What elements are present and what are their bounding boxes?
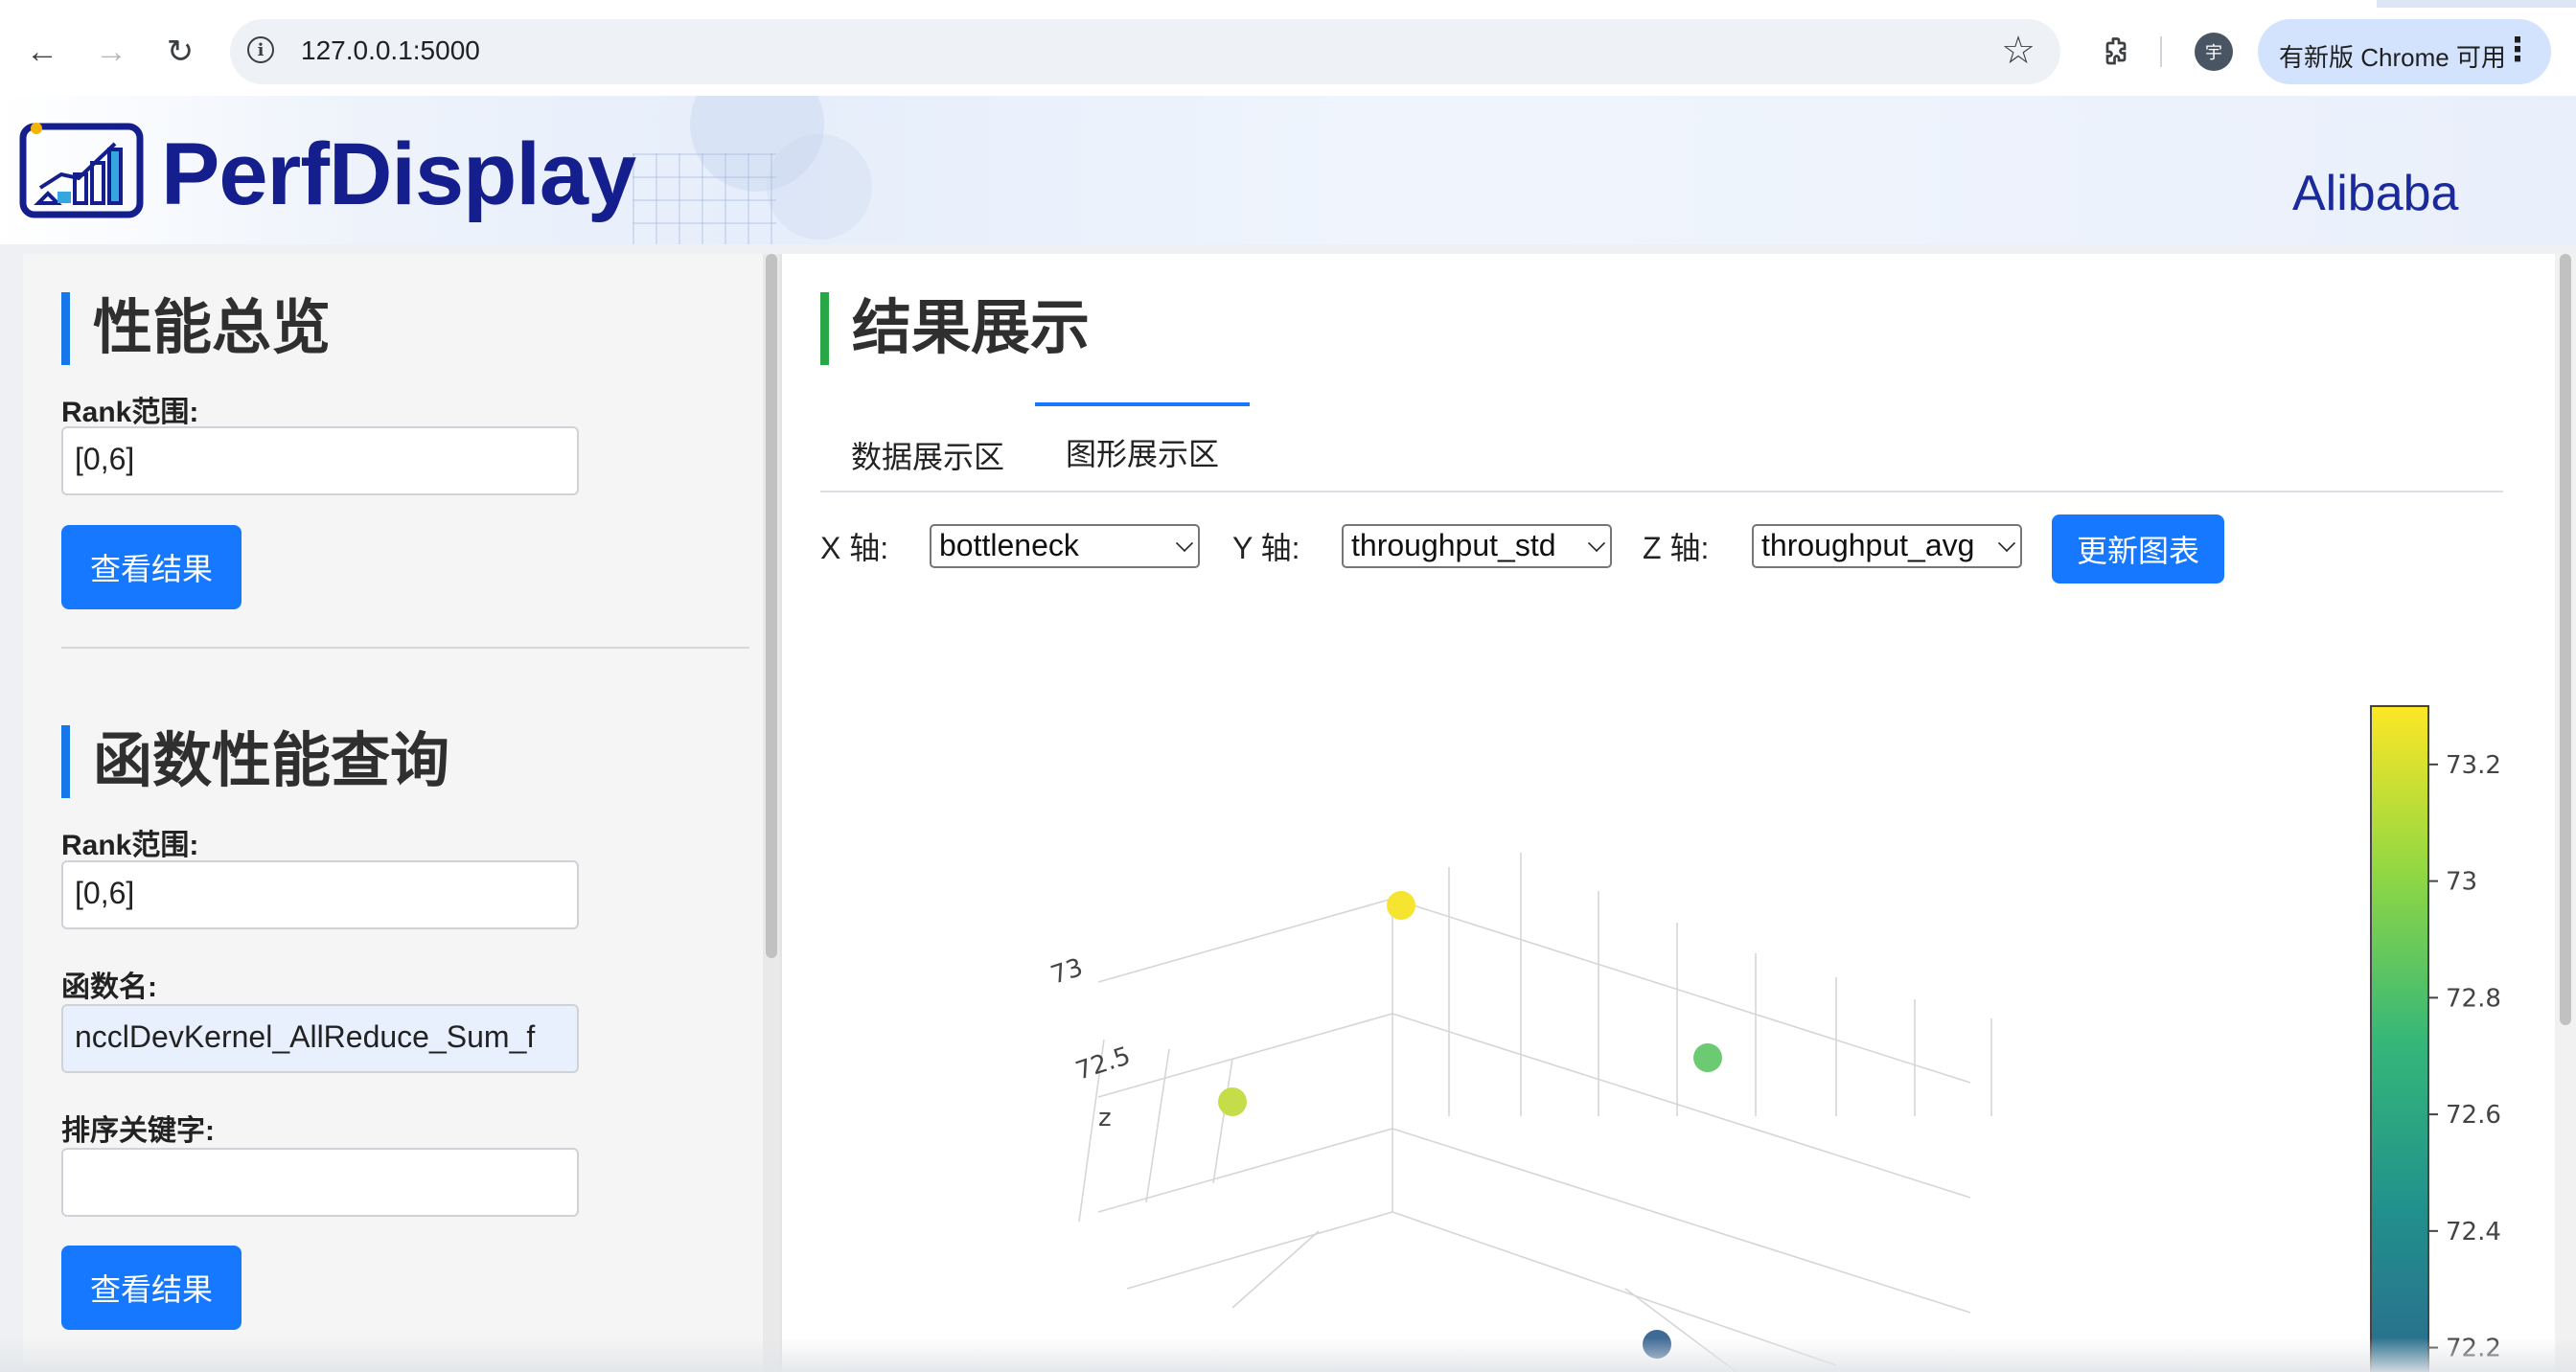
scatter-point[interactable] (1218, 1087, 1247, 1116)
x-axis-value: bottleneck (939, 528, 1079, 562)
x-axis-label: X 轴: (820, 531, 889, 565)
toolbar-separator (2160, 36, 2162, 67)
forward-icon[interactable]: → (88, 29, 134, 75)
header-decoration (767, 134, 872, 240)
z-axis-label: Z 轴: (1643, 531, 1710, 565)
url-text[interactable]: 127.0.0.1:5000 (301, 35, 480, 66)
update-chart-button[interactable]: 更新图表 (2052, 514, 2224, 583)
z-axis-ticks: 73 72.5 (1047, 953, 1134, 1086)
sidebar-scroll-thumb[interactable] (766, 254, 777, 958)
scatter-3d-chart[interactable]: 7372.5 z 73.27372.872.672.472.2 (782, 618, 2557, 1372)
chevron-down-icon (1997, 534, 2016, 553)
function-rank-input[interactable]: [0,6] (61, 860, 579, 929)
site-info-icon[interactable]: i (247, 36, 274, 63)
function-name-label: 函数名: (61, 972, 157, 1003)
chart-gridlines (1078, 853, 1992, 1372)
brand-title: PerfDisplay (161, 126, 636, 223)
function-rank-label: Rank范围: (61, 830, 199, 861)
overview-title: 性能总览 (61, 292, 331, 365)
app-header: PerfDisplay Alibaba (0, 96, 2576, 244)
chevron-down-icon (1175, 534, 1194, 553)
colorbar-tick-label: 72.8 (2446, 984, 2501, 1013)
results-panel: 结果展示 数据展示区 图形展示区 X 轴: bottleneck Y 轴: th… (780, 254, 2557, 1372)
z-tick-label: 72.5 (1072, 1041, 1134, 1086)
y-axis-label: Y 轴: (1232, 531, 1300, 565)
sort-key-input[interactable] (61, 1148, 579, 1217)
profile-avatar[interactable]: 宇 (2195, 33, 2233, 71)
sidebar-panel: 性能总览 Rank范围: [0,6] 查看结果 函数性能查询 Rank范围: [… (23, 254, 780, 1372)
chevron-down-icon (1587, 534, 1606, 553)
y-axis-value: throughput_std (1351, 528, 1556, 562)
colorbar-tick-label: 72.6 (2446, 1101, 2501, 1130)
company-name: Alibaba (2292, 166, 2459, 221)
address-bar[interactable]: i 127.0.0.1:5000 ☆ (230, 19, 2060, 84)
results-title: 结果展示 (820, 292, 1090, 365)
bookmark-star-icon[interactable]: ☆ (2001, 29, 2036, 73)
z-axis-title: z (1098, 1104, 1112, 1132)
function-submit-button[interactable]: 查看结果 (61, 1246, 242, 1330)
function-query-title: 函数性能查询 (61, 725, 449, 798)
scatter-point[interactable] (1387, 891, 1415, 920)
tabs-baseline (820, 491, 2503, 492)
overview-submit-button[interactable]: 查看结果 (61, 525, 242, 609)
colorbar-tick-label: 72.4 (2446, 1218, 2501, 1246)
kebab-menu-icon[interactable]: ⋮ (2501, 31, 2534, 69)
colorbar (2370, 705, 2429, 1372)
back-icon[interactable]: ← (19, 29, 65, 75)
chrome-update-button[interactable]: 有新版 Chrome 可用 ⋮ (2258, 19, 2551, 84)
sidebar-scrollbar[interactable] (763, 254, 780, 1372)
overview-rank-label: Rank范围: (61, 397, 199, 428)
results-scrollbar[interactable] (2555, 254, 2576, 1372)
browser-toolbar: ← → ↻ i 127.0.0.1:5000 ☆ 宇 有新版 Chrome 可用… (0, 0, 2576, 97)
section-divider (61, 647, 749, 649)
active-tab-edge (0, 0, 2377, 8)
update-label: 有新版 Chrome 可用 (2279, 43, 2506, 72)
colorbar-tick-label: 73.2 (2446, 751, 2501, 780)
reload-icon[interactable]: ↻ (157, 29, 203, 75)
scatter-point[interactable] (1693, 1043, 1722, 1072)
overview-rank-input[interactable]: [0,6] (61, 426, 579, 495)
extensions-icon[interactable] (2093, 29, 2139, 75)
puzzle-icon (2105, 37, 2127, 65)
z-axis-value: throughput_avg (1761, 528, 1975, 562)
z-axis-select[interactable]: throughput_avg (1752, 524, 2022, 568)
colorbar-ticks: 73.27372.872.672.472.2 (2428, 751, 2501, 1363)
y-axis-select[interactable]: throughput_std (1342, 524, 1612, 568)
chart-logo-icon (19, 123, 144, 218)
window-bottom-edge (0, 1338, 2576, 1372)
header-grid-decoration (632, 153, 776, 244)
tab-strip (0, 0, 2576, 8)
tab-chart-view[interactable]: 图形展示区 (1035, 402, 1250, 498)
function-name-input[interactable]: ncclDevKernel_AllReduce_Sum_f (61, 1004, 579, 1073)
tab-data-view[interactable]: 数据展示区 (820, 407, 1035, 503)
results-scroll-thumb[interactable] (2560, 254, 2571, 1025)
z-tick-label: 73 (1047, 953, 1087, 991)
x-axis-select[interactable]: bottleneck (930, 524, 1200, 568)
colorbar-tick-label: 73 (2446, 868, 2477, 897)
scatter-points[interactable] (1218, 891, 1722, 1359)
sort-key-label: 排序关键字: (61, 1115, 215, 1147)
